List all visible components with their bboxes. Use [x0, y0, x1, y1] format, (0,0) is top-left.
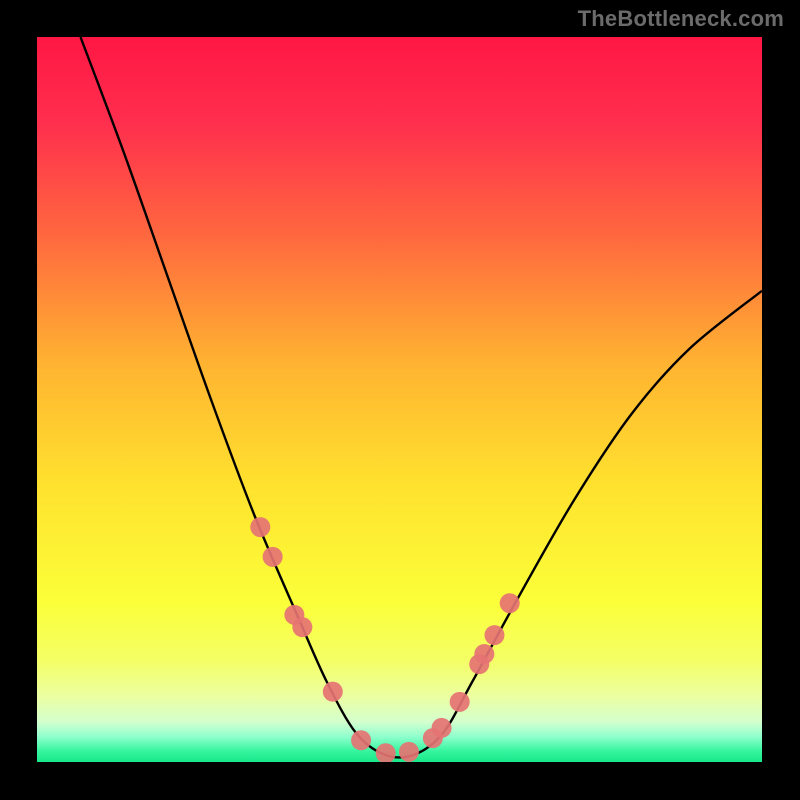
highlight-point [250, 517, 270, 537]
highlight-point [263, 547, 283, 567]
highlight-point [484, 625, 504, 645]
highlight-point [500, 593, 520, 613]
plot-overlay [37, 37, 762, 762]
watermark-label: TheBottleneck.com [578, 6, 784, 32]
highlight-markers [250, 517, 519, 762]
highlight-point [474, 644, 494, 664]
bottleneck-curve [81, 37, 763, 757]
highlight-point [432, 718, 452, 738]
plot-frame [37, 37, 762, 762]
highlight-point [292, 617, 312, 637]
highlight-point [399, 742, 419, 762]
highlight-point [323, 682, 343, 702]
highlight-point [376, 743, 396, 762]
highlight-point [351, 730, 371, 750]
highlight-point [450, 692, 470, 712]
